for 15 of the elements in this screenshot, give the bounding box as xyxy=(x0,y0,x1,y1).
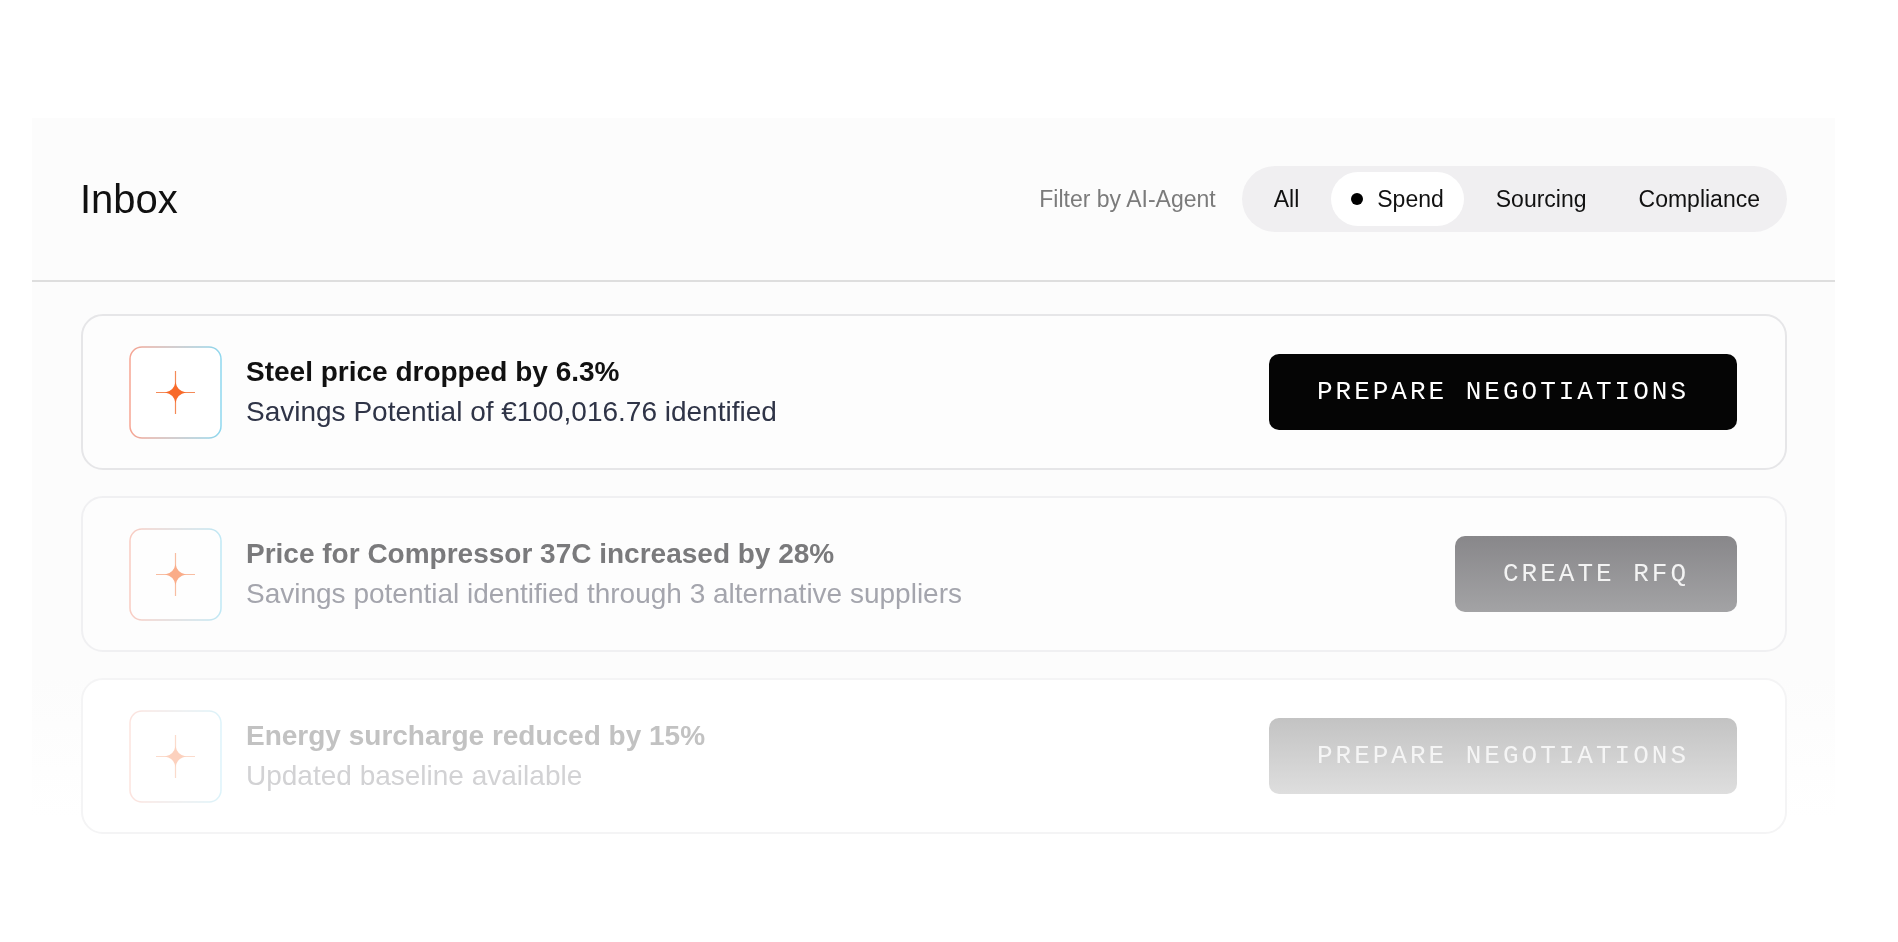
filter-label: Filter by AI-Agent xyxy=(1039,185,1216,213)
alert-title: Energy surcharge reduced by 15% xyxy=(246,720,707,752)
alert-subtitle: Savings Potential of €100,016.76 identified xyxy=(246,396,778,428)
filter-tab[interactable]: Sourcing xyxy=(1475,172,1607,226)
page-title: Inbox xyxy=(80,176,179,222)
sparkle-icon xyxy=(129,709,222,803)
sparkle-icon xyxy=(129,345,222,439)
alert-subtitle: Savings potential identified through 3 alternative suppliers xyxy=(246,578,963,610)
sparkle-icon xyxy=(129,527,222,621)
filter-tab[interactable]: Spend xyxy=(1331,172,1464,226)
filter-tab[interactable]: Compliance xyxy=(1618,172,1780,226)
action-button[interactable]: PREPARE NEGOTIATIONS xyxy=(1268,354,1737,430)
filter-tab[interactable]: All xyxy=(1253,172,1320,226)
alert-title: Price for Compressor 37C increased by 28% xyxy=(246,538,836,570)
alert-title: Steel price dropped by 6.3% xyxy=(246,356,621,388)
